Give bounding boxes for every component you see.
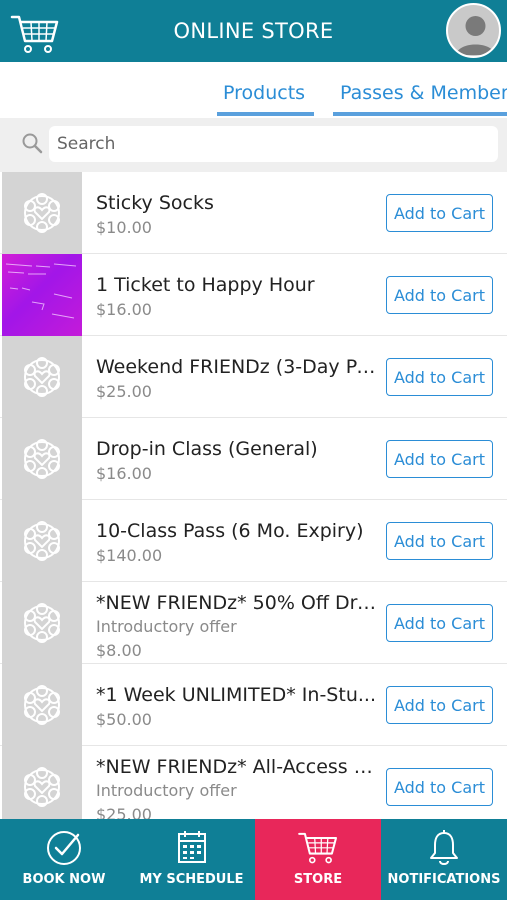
- nav-notifications[interactable]: NOTIFICATIONS: [381, 819, 507, 900]
- nav-store[interactable]: STORE: [255, 819, 381, 900]
- add-to-cart-button[interactable]: Add to Cart: [386, 194, 493, 232]
- product-thumbnail: [2, 746, 82, 819]
- product-subtitle: Introductory offer: [96, 617, 237, 636]
- list-item[interactable]: Weekend FRIENDz (3-Day Pa... $25.00 Add …: [0, 336, 507, 418]
- tab-products-indicator: [217, 112, 314, 116]
- list-item[interactable]: 1 Ticket to Happy Hour $16.00 Add to Car…: [0, 254, 507, 336]
- product-price: $25.00: [96, 805, 152, 819]
- product-thumbnail: [2, 336, 82, 418]
- studio-logo-icon: [24, 193, 60, 233]
- add-to-cart-button[interactable]: Add to Cart: [386, 276, 493, 314]
- nav-label: MY SCHEDULE: [139, 872, 244, 887]
- tab-passes-memberships[interactable]: Passes & Membershi: [340, 82, 507, 104]
- user-avatar-icon[interactable]: [446, 3, 501, 58]
- product-thumbnail: [2, 172, 82, 254]
- product-name: Weekend FRIENDz (3-Day Pa...: [96, 356, 381, 378]
- product-thumbnail: [2, 664, 82, 746]
- add-to-cart-button[interactable]: Add to Cart: [386, 440, 493, 478]
- product-price: $10.00: [96, 218, 152, 237]
- list-item[interactable]: Sticky Socks $10.00 Add to Cart: [0, 172, 507, 254]
- product-name: Sticky Socks: [96, 192, 214, 214]
- category-tabs: Products Passes & Membershi: [0, 62, 507, 118]
- add-to-cart-button[interactable]: Add to Cart: [386, 522, 493, 560]
- list-item[interactable]: *NEW FRIENDz* 50% Off Dro... Introductor…: [0, 582, 507, 664]
- list-item[interactable]: Drop-in Class (General) $16.00 Add to Ca…: [0, 418, 507, 500]
- product-name: 1 Ticket to Happy Hour: [96, 274, 315, 296]
- product-price: $16.00: [96, 300, 152, 319]
- search-input[interactable]: [49, 126, 498, 162]
- product-thumbnail: [2, 500, 82, 582]
- studio-logo-icon: [24, 521, 60, 561]
- product-name: *NEW FRIENDz* 50% Off Dro...: [96, 592, 381, 614]
- bottom-navigation: BOOK NOW MY SCHEDULE STORE NOTIFICATIONS: [0, 819, 507, 900]
- product-price: $16.00: [96, 464, 152, 483]
- add-to-cart-button[interactable]: Add to Cart: [386, 686, 493, 724]
- product-subtitle: Introductory offer: [96, 781, 237, 800]
- page-title: ONLINE STORE: [173, 19, 334, 43]
- studio-logo-icon: [24, 439, 60, 479]
- nav-my-schedule[interactable]: MY SCHEDULE: [128, 819, 255, 900]
- studio-logo-icon: [24, 603, 60, 643]
- product-name: Drop-in Class (General): [96, 438, 318, 460]
- product-list: Sticky Socks $10.00 Add to Cart 1 Ticket…: [0, 172, 507, 819]
- add-to-cart-button[interactable]: Add to Cart: [386, 604, 493, 642]
- product-name: *NEW FRIENDz* All-Access 1 ...: [96, 756, 381, 778]
- studio-logo-icon: [24, 767, 60, 807]
- product-thumbnail: [2, 582, 82, 664]
- happy-hour-photo: [5, 263, 77, 319]
- nav-label: NOTIFICATIONS: [387, 872, 501, 887]
- studio-logo-icon: [24, 685, 60, 725]
- calendar-icon: [177, 831, 206, 863]
- add-to-cart-button[interactable]: Add to Cart: [386, 768, 493, 806]
- check-circle-icon: [47, 831, 81, 865]
- studio-logo-icon: [24, 357, 60, 397]
- product-price: $50.00: [96, 710, 152, 729]
- search-bar: [0, 118, 507, 172]
- shopping-cart-icon: [298, 832, 338, 864]
- product-thumbnail: [2, 254, 82, 336]
- tab-passes-indicator: [333, 112, 507, 116]
- product-name: *1 Week UNLIMITED* In-Stu...: [96, 684, 376, 706]
- list-item[interactable]: *1 Week UNLIMITED* In-Stu... $50.00 Add …: [0, 664, 507, 746]
- product-price: $140.00: [96, 546, 163, 565]
- add-to-cart-button[interactable]: Add to Cart: [386, 358, 493, 396]
- product-price: $25.00: [96, 382, 152, 401]
- nav-label: STORE: [293, 872, 343, 887]
- search-icon: [22, 133, 43, 154]
- product-thumbnail: [2, 418, 82, 500]
- nav-label: BOOK NOW: [22, 872, 106, 887]
- bell-icon: [430, 830, 458, 865]
- app-header: ONLINE STORE: [0, 0, 507, 62]
- list-item[interactable]: *NEW FRIENDz* All-Access 1 ... Introduct…: [0, 746, 507, 819]
- product-name: 10-Class Pass (6 Mo. Expiry): [96, 520, 364, 542]
- nav-book-now[interactable]: BOOK NOW: [0, 819, 128, 900]
- list-item[interactable]: 10-Class Pass (6 Mo. Expiry) $140.00 Add…: [0, 500, 507, 582]
- product-price: $8.00: [96, 641, 142, 660]
- tab-products[interactable]: Products: [223, 82, 305, 104]
